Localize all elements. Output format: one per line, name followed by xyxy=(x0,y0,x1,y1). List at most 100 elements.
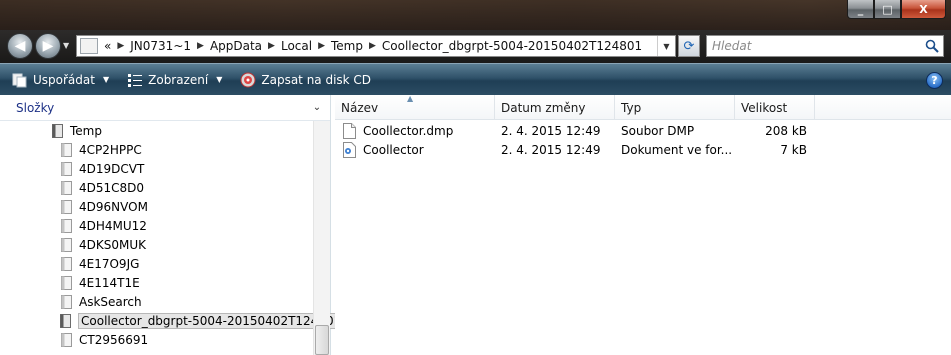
column-header-size[interactable]: Velikost xyxy=(735,95,815,120)
tree-item-folder[interactable]: 4E114T1E xyxy=(0,273,313,292)
folder-icon xyxy=(60,275,73,290)
breadcrumb-separator-icon[interactable]: ▶ xyxy=(268,41,275,51)
chevron-down-icon: ▼ xyxy=(663,41,670,51)
file-date: 2. 4. 2015 12:49 xyxy=(501,142,601,157)
scrollbar-thumb[interactable] xyxy=(315,325,329,355)
refresh-icon: ⟳ xyxy=(683,38,695,54)
navigation-pane: Složky ⌄ Temp 4CP2HPPC 4D19DCVT 4D51C8D0… xyxy=(0,95,345,355)
address-dropdown-button[interactable]: ▼ xyxy=(657,36,675,56)
recent-pages-dropdown[interactable]: ▼ xyxy=(63,41,69,50)
folder-open-icon xyxy=(60,313,72,328)
breadcrumb-item[interactable]: Coollector_dbgrpt-5004-20150402T124801 xyxy=(382,39,642,53)
tree-item-folder[interactable]: 4E17O9JG xyxy=(0,254,313,273)
file-name: Coollector.dmp xyxy=(363,123,454,138)
column-header-date[interactable]: Datum změny xyxy=(495,95,615,120)
breadcrumb-overflow[interactable]: « xyxy=(104,39,111,53)
folder-icon xyxy=(60,218,73,233)
tree-item-folder[interactable]: CT2956691 xyxy=(0,330,313,349)
command-bar: Uspořádat ▼ Zobrazení ▼ Zapsat na disk C… xyxy=(0,63,951,95)
breadcrumb-item[interactable]: Temp xyxy=(331,39,363,53)
disc-burn-icon xyxy=(240,72,256,88)
column-header-label: Název xyxy=(341,100,379,115)
folders-header-label: Složky xyxy=(16,100,55,115)
breadcrumb-separator-icon[interactable]: ▶ xyxy=(318,41,325,51)
tree-item-folder[interactable]: 4D96NVOM xyxy=(0,197,313,216)
tree-item-folder[interactable]: 4D19DCVT xyxy=(0,159,313,178)
tree-item-temp[interactable]: Temp xyxy=(0,121,313,140)
column-headers: ▲ Název Datum změny Typ Velikost xyxy=(335,94,951,120)
column-header-name[interactable]: ▲ Název xyxy=(335,94,495,120)
views-button[interactable]: Zobrazení ▼ xyxy=(121,68,228,92)
tree-item-label: 4E114T1E xyxy=(79,275,140,290)
file-size: 7 kB xyxy=(780,142,807,157)
tree-item-folder[interactable]: 4D51C8D0 xyxy=(0,178,313,197)
search-input[interactable]: Hledat xyxy=(706,35,944,57)
caption-buttons: _ □ X xyxy=(847,0,946,20)
column-header-type[interactable]: Typ xyxy=(615,95,735,120)
folder-open-icon xyxy=(51,123,64,138)
tree-item-label: 4E17O9JG xyxy=(79,256,140,271)
breadcrumb-item[interactable]: AppData xyxy=(210,39,262,53)
tree-item-label: 4D19DCVT xyxy=(79,161,145,176)
chevron-down-icon: ▼ xyxy=(216,75,223,84)
file-row[interactable]: Coollector.dmp 2. 4. 2015 12:49 Soubor D… xyxy=(335,121,951,140)
views-label: Zobrazení xyxy=(148,72,209,87)
views-icon xyxy=(127,72,143,88)
main-content: Složky ⌄ Temp 4CP2HPPC 4D19DCVT 4D51C8D0… xyxy=(0,94,951,355)
breadcrumb-item[interactable]: Local xyxy=(281,39,312,53)
tree-item-label: 4DKS0MUK xyxy=(79,237,147,252)
folder-icon xyxy=(60,199,73,214)
breadcrumb-separator-icon[interactable]: ▶ xyxy=(117,41,124,51)
burn-to-disc-button[interactable]: Zapsat na disk CD xyxy=(234,68,377,92)
folder-icon xyxy=(60,180,73,195)
file-type: Soubor DMP xyxy=(621,123,695,138)
tree-item-folder[interactable]: 4CP2HPPC xyxy=(0,140,313,159)
address-bar[interactable]: « ▶ JN0731~1 ▶ AppData ▶ Local ▶ Temp ▶ … xyxy=(76,35,676,57)
breadcrumb: « ▶ JN0731~1 ▶ AppData ▶ Local ▶ Temp ▶ … xyxy=(98,39,642,53)
folder-icon xyxy=(60,142,73,157)
file-type: Dokument ve for... xyxy=(621,142,733,157)
organize-icon xyxy=(12,72,28,88)
tree-item-folder[interactable]: AskSearch xyxy=(0,292,313,311)
tree-item-label: Coollector_dbgrpt-5004-20150402T124801 xyxy=(78,312,345,329)
nav-scrollbar[interactable] xyxy=(313,121,330,355)
breadcrumb-separator-icon[interactable]: ▶ xyxy=(369,41,376,51)
column-header-label: Typ xyxy=(621,100,642,115)
sort-ascending-icon: ▲ xyxy=(407,94,414,103)
file-list: Coollector.dmp 2. 4. 2015 12:49 Soubor D… xyxy=(335,120,951,159)
organize-label: Uspořádat xyxy=(33,72,95,87)
folder-icon xyxy=(60,332,73,347)
file-row[interactable]: Coollector 2. 4. 2015 12:49 Dokument ve … xyxy=(335,140,951,159)
maximize-button[interactable]: □ xyxy=(874,0,901,19)
tree-item-label: AskSearch xyxy=(79,294,142,309)
folder-icon xyxy=(60,237,73,252)
chevron-down-icon[interactable]: ⌄ xyxy=(310,102,324,113)
tree-item-selected-folder[interactable]: Coollector_dbgrpt-5004-20150402T124801 xyxy=(0,311,345,330)
folder-tree: Temp 4CP2HPPC 4D19DCVT 4D51C8D0 4D96NVOM… xyxy=(0,121,345,349)
window-frame xyxy=(0,0,951,30)
breadcrumb-separator-icon[interactable]: ▶ xyxy=(197,41,204,51)
minimize-button[interactable]: _ xyxy=(847,0,874,19)
arrow-left-icon: ◀ xyxy=(14,38,26,54)
tree-item-folder[interactable]: 4DH4MU12 xyxy=(0,216,313,235)
folder-icon xyxy=(60,256,73,271)
close-button[interactable]: X xyxy=(901,0,946,19)
organize-button[interactable]: Uspořádat ▼ xyxy=(6,68,115,92)
folder-icon xyxy=(60,294,73,309)
forward-button[interactable]: ▶ xyxy=(35,33,61,59)
tree-item-label: CT2956691 xyxy=(79,332,149,347)
arrow-right-icon: ▶ xyxy=(42,38,54,54)
help-button[interactable]: ? xyxy=(926,72,943,89)
file-name-cell: Coollector xyxy=(335,141,495,158)
breadcrumb-item[interactable]: JN0731~1 xyxy=(130,39,191,53)
search-icon[interactable] xyxy=(921,36,943,56)
folder-icon xyxy=(60,161,73,176)
file-list-pane: ▲ Název Datum změny Typ Velikost Coollec… xyxy=(335,94,951,355)
refresh-button[interactable]: ⟳ xyxy=(678,35,700,57)
folders-header[interactable]: Složky ⌄ xyxy=(0,95,330,121)
back-button[interactable]: ◀ xyxy=(7,33,33,59)
tree-item-label: Temp xyxy=(70,123,102,138)
search-placeholder: Hledat xyxy=(712,39,752,53)
burn-label: Zapsat na disk CD xyxy=(261,72,372,87)
tree-item-folder[interactable]: 4DKS0MUK xyxy=(0,235,313,254)
